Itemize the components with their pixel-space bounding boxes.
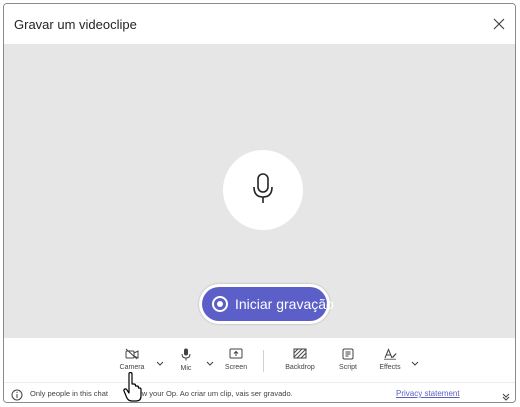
toolbar-divider bbox=[263, 350, 264, 372]
mic-label: Mic bbox=[180, 365, 192, 372]
backdrop-button[interactable]: Backdrop bbox=[280, 344, 320, 378]
close-icon[interactable] bbox=[491, 16, 507, 32]
effects-icon bbox=[384, 348, 397, 360]
mic-options-chevron-icon[interactable] bbox=[205, 356, 215, 366]
effects-button[interactable]: Effects bbox=[370, 344, 410, 378]
hand-pointer-cursor-icon bbox=[123, 371, 143, 402]
record-video-clip-dialog: Gravar um videoclipe Iniciar gravação Ca… bbox=[3, 3, 516, 403]
dialog-footer: Only people in this chat iew your Op. Ao … bbox=[4, 382, 515, 402]
effects-options-chevron-icon[interactable] bbox=[410, 356, 420, 366]
start-recording-label: Iniciar gravação bbox=[235, 296, 334, 312]
privacy-notice-start: Only people in this chat bbox=[30, 389, 108, 398]
camera-label: Camera bbox=[119, 364, 145, 371]
effects-label: Effects bbox=[379, 364, 401, 371]
script-icon bbox=[342, 348, 354, 360]
dialog-title: Gravar um videoclipe bbox=[14, 17, 137, 32]
recording-toolbar: Camera Mic Screen Backdrop Script Effect… bbox=[4, 338, 515, 382]
privacy-statement-link[interactable]: Privacy statement bbox=[396, 389, 460, 398]
microphone-avatar bbox=[223, 150, 303, 230]
microphone-small-icon bbox=[181, 348, 191, 361]
start-recording-button[interactable]: Iniciar gravação bbox=[199, 284, 334, 324]
script-button[interactable]: Script bbox=[328, 344, 368, 378]
camera-off-icon bbox=[125, 348, 139, 360]
dialog-header: Gravar um videoclipe bbox=[4, 4, 515, 44]
backdrop-label: Backdrop bbox=[285, 364, 315, 371]
camera-options-chevron-icon[interactable] bbox=[155, 356, 165, 366]
microphone-icon bbox=[253, 173, 273, 203]
mic-button[interactable]: Mic bbox=[166, 344, 206, 378]
record-icon bbox=[212, 296, 228, 312]
script-label: Script bbox=[339, 364, 357, 371]
info-icon bbox=[11, 388, 23, 401]
share-screen-icon bbox=[229, 348, 243, 359]
expand-chevron-icon[interactable] bbox=[501, 389, 511, 401]
screen-button[interactable]: Screen bbox=[216, 344, 256, 378]
backdrop-icon bbox=[293, 348, 307, 359]
privacy-notice-end: iew your Op. Ao criar um clip, vais ser … bbox=[135, 389, 293, 398]
privacy-notice: Only people in this chat iew your Op. Ao … bbox=[30, 389, 293, 398]
preview-stage: Iniciar gravação bbox=[4, 44, 515, 338]
screen-label: Screen bbox=[224, 364, 248, 371]
